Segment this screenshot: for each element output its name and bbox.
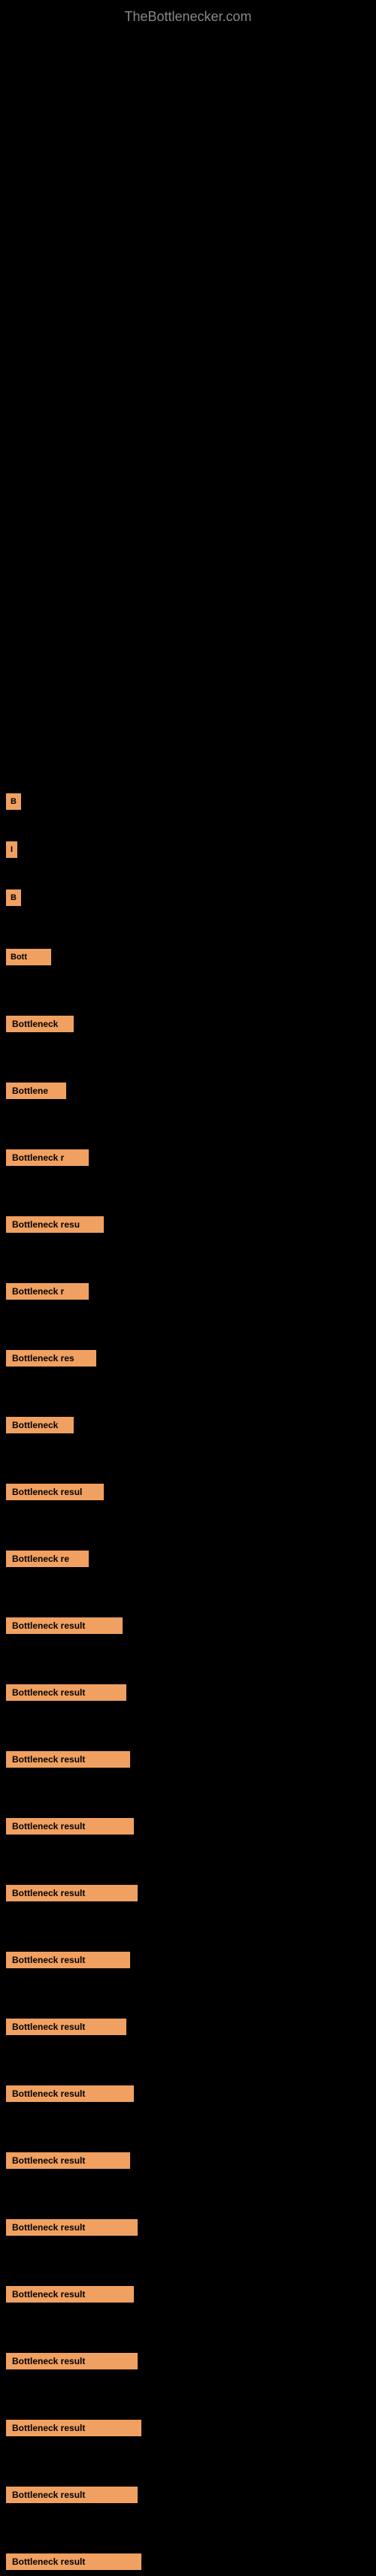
bottleneck-result-label: Bottleneck result <box>6 2286 134 2303</box>
list-item: Bottleneck result <box>0 1947 376 1973</box>
list-item: B <box>0 789 376 814</box>
bottleneck-result-label: Bottleneck resul <box>6 1484 104 1500</box>
bottleneck-result-label: Bottleneck result <box>6 2019 126 2035</box>
bottleneck-result-label: Bottleneck result <box>6 2219 138 2236</box>
list-item: Bottleneck result <box>0 1680 376 1705</box>
list-item: Bottleneck r <box>0 1279 376 1304</box>
list-item: Bottleneck <box>0 1412 376 1438</box>
bottleneck-result-label: Bottleneck result <box>6 1818 134 1835</box>
list-item: Bottleneck result <box>0 1813 376 1839</box>
list-item: Bottleneck result <box>0 2014 376 2040</box>
bottleneck-result-label: Bottleneck r <box>6 1283 89 1300</box>
bottleneck-result-label: Bottleneck result <box>6 2487 138 2503</box>
bottleneck-result-label: Bott <box>6 949 51 965</box>
bottleneck-result-label: Bottleneck result <box>6 2353 138 2369</box>
list-item: Bottleneck resu <box>0 1212 376 1237</box>
bottleneck-result-label: Bottleneck res <box>6 1350 96 1367</box>
bottleneck-result-label: Bottleneck result <box>6 1751 130 1768</box>
list-item: Bottleneck result <box>0 2282 376 2307</box>
bottleneck-result-label: Bottleneck <box>6 1016 74 1032</box>
list-item: Bottleneck resul <box>0 1479 376 1505</box>
bottleneck-result-label: Bottleneck <box>6 1417 74 1433</box>
list-item: Bottleneck result <box>0 2482 376 2508</box>
list-item: Bottleneck <box>0 1011 376 1037</box>
bottleneck-result-label: Bottlene <box>6 1083 66 1099</box>
list-item: Bottleneck result <box>0 2348 376 2374</box>
list-item: Bott <box>0 944 376 970</box>
list-item: Bottleneck r <box>0 1145 376 1170</box>
list-item: Bottleneck result <box>0 2215 376 2240</box>
list-item: Bottleneck re <box>0 1546 376 1572</box>
bottleneck-result-label: B <box>6 793 21 810</box>
bottleneck-result-label: Bottleneck result <box>6 1952 130 1968</box>
bottleneck-result-label: Bottleneck resu <box>6 1216 104 1233</box>
list-item: B <box>0 885 376 911</box>
list-item: Bottleneck result <box>0 1747 376 1772</box>
list-item: Bottleneck result <box>0 2549 376 2574</box>
list-item: Bottleneck result <box>0 1613 376 1638</box>
bottleneck-items-container: B I B Bott Bottleneck Bottlene Bottleneck r Bot… <box>0 789 376 2576</box>
list-item: Bottleneck result <box>0 1880 376 1906</box>
list-item: Bottleneck res <box>0 1345 376 1371</box>
bottleneck-result-label: Bottleneck re <box>6 1551 89 1567</box>
bottleneck-result-label: Bottleneck result <box>6 2085 134 2102</box>
site-title: TheBottlenecker.com <box>0 0 376 34</box>
bottleneck-result-label: Bottleneck result <box>6 1885 138 1901</box>
bottleneck-result-label: Bottleneck r <box>6 1149 89 1166</box>
list-item: Bottleneck result <box>0 2415 376 2441</box>
bottleneck-result-label: I <box>6 841 17 858</box>
list-item: Bottleneck result <box>0 2081 376 2106</box>
bottleneck-result-label: B <box>6 889 21 906</box>
bottleneck-result-label: Bottleneck result <box>6 1617 123 1634</box>
bottleneck-result-label: Bottleneck result <box>6 2553 141 2570</box>
bottleneck-result-label: Bottleneck result <box>6 2420 141 2436</box>
list-item: Bottleneck result <box>0 2148 376 2173</box>
list-item: Bottlene <box>0 1078 376 1104</box>
bottleneck-result-label: Bottleneck result <box>6 1684 126 1701</box>
bottleneck-result-label: Bottleneck result <box>6 2152 130 2169</box>
list-item: I <box>0 837 376 862</box>
